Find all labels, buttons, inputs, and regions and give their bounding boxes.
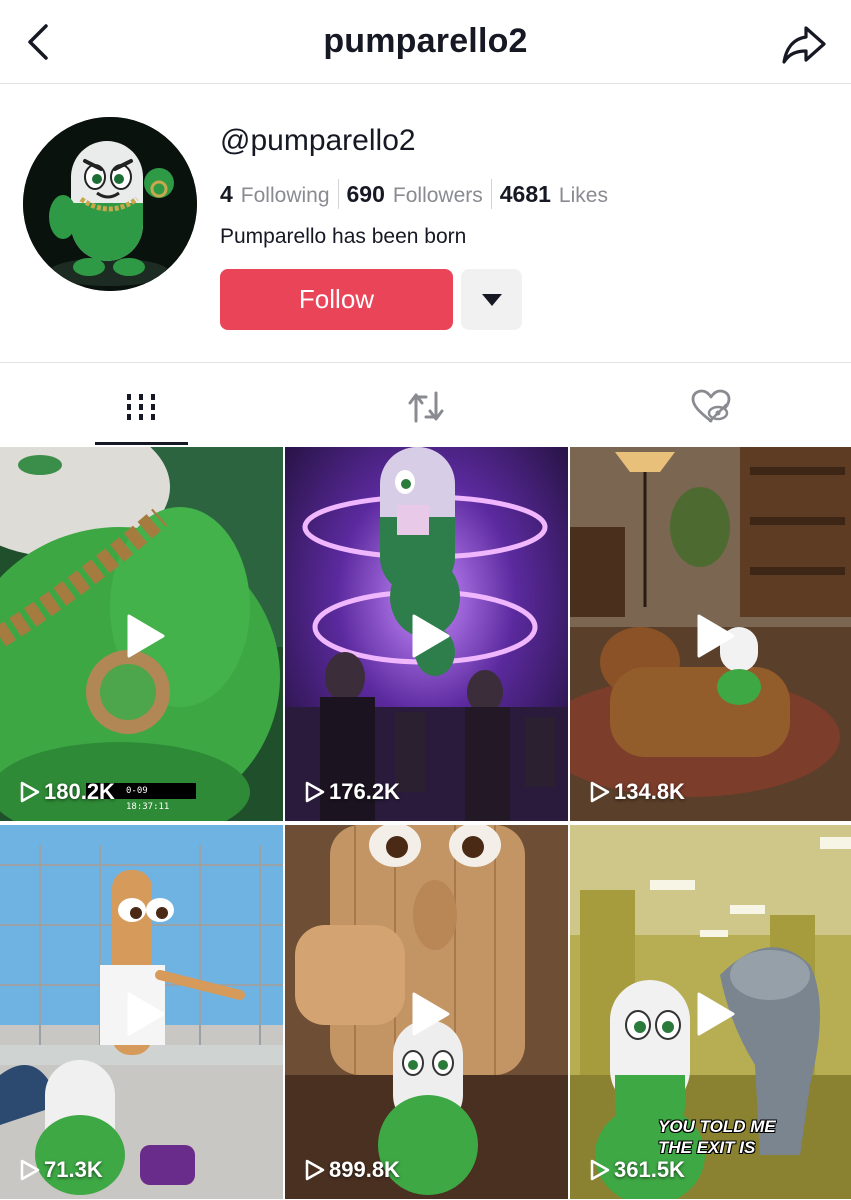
liked-hidden-icon [691, 389, 731, 423]
profile-handle: @pumparello2 [220, 124, 416, 157]
video-tile[interactable]: 71.3K [0, 825, 283, 1199]
video-tile[interactable]: 899.8K [285, 825, 568, 1199]
play-outline-icon [590, 1159, 610, 1181]
video-tile[interactable]: 0-09 18:37:11 180.2K [0, 447, 283, 821]
follow-button[interactable]: Follow [220, 269, 453, 330]
caret-down-icon [481, 293, 502, 306]
stat-label: Followers [392, 183, 483, 207]
stat-label: Likes [558, 183, 608, 207]
stat-value: 690 [346, 180, 385, 207]
repost-icon [408, 391, 444, 423]
view-count: 899.8K [305, 1157, 400, 1183]
profile-bio: Pumparello has been born [220, 225, 467, 248]
avatar[interactable] [23, 117, 197, 291]
play-icon [697, 614, 735, 658]
stat-followers[interactable]: 690 Followers [347, 181, 483, 208]
play-outline-icon [20, 1159, 40, 1181]
caption-line: THE EXIT IS [658, 1138, 756, 1157]
video-tile[interactable]: 134.8K [570, 447, 851, 821]
stat-likes[interactable]: 4681 Likes [500, 181, 608, 208]
play-icon [412, 614, 450, 658]
view-count-value: 180.2K [44, 779, 115, 804]
stat-divider [337, 179, 339, 209]
video-tile[interactable]: 176.2K [285, 447, 568, 821]
play-icon [412, 992, 450, 1036]
play-outline-icon [20, 781, 40, 803]
view-count-value: 176.2K [329, 779, 400, 804]
view-count-value: 899.8K [329, 1157, 400, 1182]
tab-videos[interactable] [91, 378, 191, 436]
view-count-value: 71.3K [44, 1157, 103, 1182]
videos-grid-icon [127, 394, 155, 420]
stat-following[interactable]: 4 Following [220, 181, 330, 208]
play-outline-icon [305, 1159, 325, 1181]
share-button[interactable] [780, 22, 828, 66]
avatar-image [23, 117, 197, 291]
tab-reposts[interactable] [376, 378, 476, 436]
section-divider [0, 362, 851, 363]
stat-divider [490, 179, 492, 209]
view-count: 361.5K [590, 1157, 685, 1183]
active-tab-indicator [95, 442, 188, 445]
page-title: pumparello2 [323, 22, 528, 60]
video-tile[interactable]: YOU TOLD ME THE EXIT IS 361.5K [570, 825, 851, 1199]
view-count: 180.2K [20, 779, 115, 805]
play-icon [127, 614, 165, 658]
video-caption: YOU TOLD ME THE EXIT IS [658, 1116, 776, 1158]
tab-liked[interactable] [661, 378, 761, 436]
view-count-value: 134.8K [614, 779, 685, 804]
caption-line: YOU TOLD ME [658, 1117, 776, 1136]
stat-value: 4 [220, 180, 233, 207]
top-bar: pumparello2 [0, 0, 851, 84]
suggested-accounts-button[interactable] [461, 269, 522, 330]
play-outline-icon [305, 781, 325, 803]
stat-label: Following [240, 183, 330, 207]
view-count-value: 361.5K [614, 1157, 685, 1182]
view-count: 134.8K [590, 779, 685, 805]
view-count: 71.3K [20, 1157, 103, 1183]
profile-stats: 4 Following 690 Followers 4681 Likes [220, 177, 608, 211]
share-arrow-icon [782, 26, 826, 64]
play-icon [127, 992, 165, 1036]
play-icon [697, 992, 735, 1036]
stat-value: 4681 [499, 180, 551, 207]
play-outline-icon [590, 781, 610, 803]
view-count: 176.2K [305, 779, 400, 805]
